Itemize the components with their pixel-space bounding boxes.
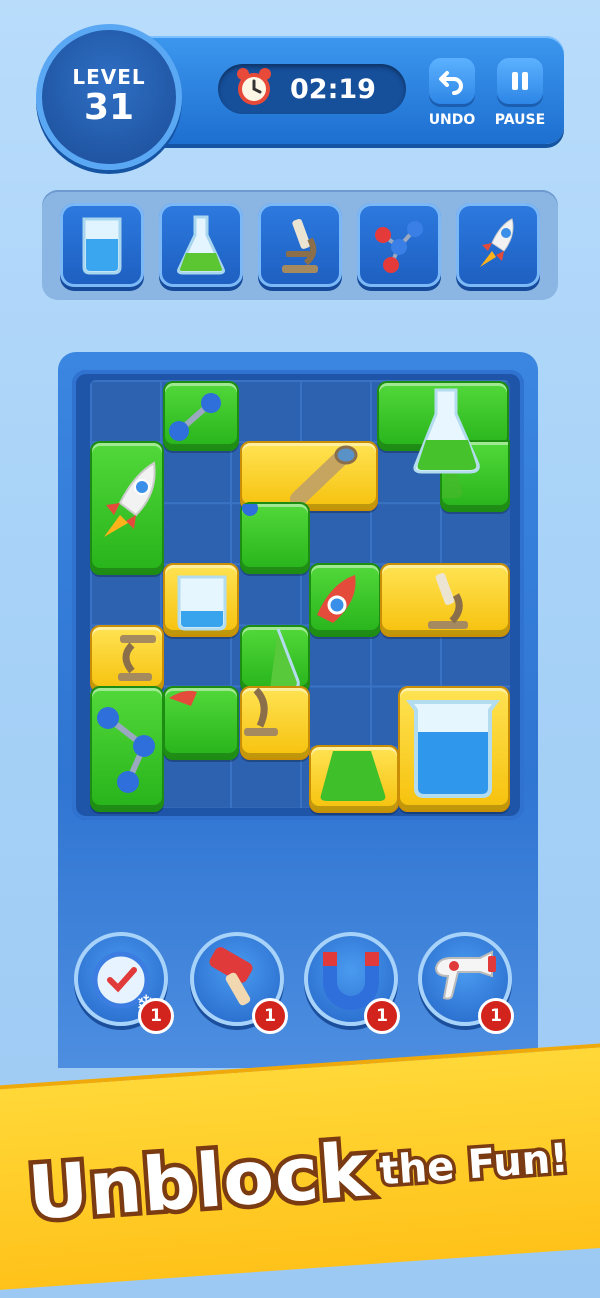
molecule-icon (97, 707, 155, 793)
flask-icon (270, 628, 300, 691)
block-green-plain[interactable] (240, 502, 310, 574)
block-molecule-green[interactable] (163, 381, 239, 451)
flask-icon (177, 215, 225, 275)
block-molecule-green-tall[interactable] (90, 686, 164, 812)
alarm-clock-icon (237, 68, 271, 105)
pause-button[interactable] (497, 58, 543, 104)
target-slot-molecule (357, 203, 441, 287)
block-microscope-yellow-small[interactable] (240, 686, 310, 760)
beaker-icon (82, 217, 122, 275)
target-slot-beaker (60, 203, 144, 287)
timer-text: 02:19 (290, 73, 376, 105)
rocket-icon (317, 575, 356, 623)
rocket-icon (104, 461, 156, 537)
tagline-small-text: the Fun! (374, 1132, 573, 1198)
block-beaker-yellow-small[interactable] (163, 563, 239, 637)
microscope-icon (428, 573, 468, 629)
molecule-icon (375, 221, 423, 273)
block-flask-green-small[interactable] (240, 625, 310, 693)
telescope-icon (290, 445, 358, 507)
booster-hammer-count: 1 (252, 998, 288, 1034)
block-rocket-green-small[interactable] (309, 563, 381, 637)
molecule-node-icon (242, 504, 258, 516)
flask-icon (320, 751, 386, 801)
target-slot-microscope (258, 203, 342, 287)
microscope-icon (244, 688, 278, 736)
tagline-big-text: Unblock (21, 1123, 377, 1242)
block-green-rocket-tip[interactable] (163, 686, 239, 760)
target-slot-flask (159, 203, 243, 287)
booster-magnet-count: 1 (364, 998, 400, 1034)
undo-arrow-icon (439, 71, 463, 95)
pause-icon (512, 72, 528, 90)
flask-icon (413, 388, 480, 474)
level-label: LEVEL (72, 65, 146, 89)
beaker-icon (177, 575, 227, 631)
block-telescope-yellow[interactable] (240, 441, 378, 511)
undo-button[interactable] (429, 58, 475, 104)
block-rocket-green[interactable] (90, 441, 164, 575)
level-number: 31 (83, 87, 135, 128)
block-flask-yellow[interactable] (309, 745, 399, 813)
target-slot-rocket (456, 203, 540, 287)
level-badge: LEVEL 31 (36, 24, 182, 170)
molecule-icon (169, 393, 221, 441)
microscope-icon (118, 635, 156, 681)
block-microscope-yellow-left[interactable] (90, 625, 164, 693)
booster-time-freeze-count: 1 (138, 998, 174, 1034)
rocket-icon (480, 218, 514, 267)
pause-label: PAUSE (494, 112, 546, 128)
booster-blaster-count: 1 (478, 998, 514, 1034)
microscope-icon (282, 218, 318, 273)
block-beaker-yellow-large[interactable] (398, 686, 510, 812)
undo-label: UNDO (428, 112, 476, 128)
block-microscope-yellow[interactable] (380, 563, 510, 637)
rocket-fin-icon (169, 690, 197, 706)
beaker-icon (406, 700, 500, 798)
